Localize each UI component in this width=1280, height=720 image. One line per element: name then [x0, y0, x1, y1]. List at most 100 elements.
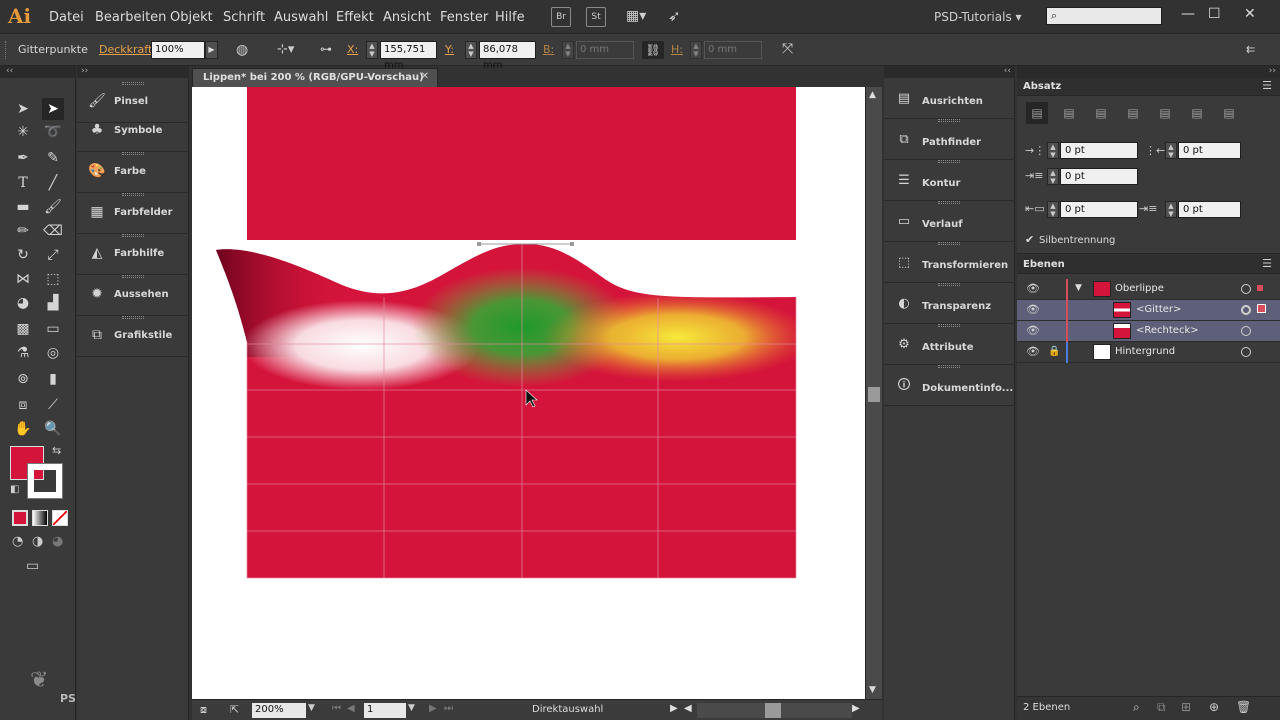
artboard-dropdown-icon[interactable]: ▼: [408, 703, 415, 713]
align-anchor-icon[interactable]: ⊶: [320, 42, 332, 56]
close-icon[interactable]: ✕: [1244, 6, 1256, 22]
target-icon[interactable]: [1241, 305, 1251, 315]
mesh-tool-icon[interactable]: ▩: [12, 318, 34, 340]
menu-schrift[interactable]: Schrift: [223, 10, 265, 25]
minimize-icon[interactable]: —: [1181, 6, 1195, 22]
menu-effekt[interactable]: Effekt: [336, 10, 374, 25]
panel-grip[interactable]: [122, 316, 144, 319]
x-field[interactable]: 155,751 mm: [380, 41, 437, 71]
workspace-switcher[interactable]: PSD-Tutorials ▾: [934, 10, 1022, 24]
zoom-dropdown-icon[interactable]: ▼: [308, 703, 315, 713]
width-stepper[interactable]: ▲ ▼: [562, 41, 574, 59]
upper-rectangle[interactable]: [247, 87, 796, 240]
width-tool-icon[interactable]: ⋈: [12, 268, 34, 290]
scroll-left-icon[interactable]: ◀: [684, 703, 692, 714]
y-label[interactable]: Y:: [445, 43, 454, 56]
panel-attribute[interactable]: ⚙ Attribute: [884, 324, 1015, 365]
handle-point[interactable]: [477, 242, 481, 246]
panel-farbe[interactable]: 🎨 Farbe: [77, 152, 189, 193]
panel-grip[interactable]: [122, 234, 144, 237]
transform-icon[interactable]: ⤧: [782, 41, 793, 57]
link-icon[interactable]: ⛓: [642, 41, 664, 59]
space-after-stepper[interactable]: ▲ ▼: [1165, 201, 1177, 218]
next-artboard-icon[interactable]: ▶: [429, 703, 437, 714]
panel-grip[interactable]: [938, 283, 960, 286]
mesh-object[interactable]: [192, 237, 865, 587]
hand-tool-icon[interactable]: ✋: [12, 418, 34, 440]
scroll-up-icon[interactable]: ▲: [869, 90, 876, 100]
panel-pathfinder[interactable]: ⧉ Pathfinder: [884, 119, 1015, 160]
panel-grip[interactable]: [938, 365, 960, 368]
height-label[interactable]: H:: [671, 43, 683, 56]
rectangle-tool-icon[interactable]: ▬: [12, 196, 34, 218]
target-icon[interactable]: [1241, 284, 1251, 294]
space-after-field[interactable]: 0 pt: [1178, 201, 1241, 218]
locate-object-icon[interactable]: ⌕: [1133, 700, 1140, 715]
selection-tool-icon[interactable]: ➤: [12, 98, 34, 120]
rotate-tool-icon[interactable]: ↻: [12, 244, 34, 266]
first-artboard-icon[interactable]: ⏮: [332, 703, 341, 714]
space-before-field[interactable]: 0 pt: [1060, 201, 1138, 218]
magic-wand-icon[interactable]: ✳: [12, 121, 34, 143]
last-artboard-icon[interactable]: ⏭: [444, 703, 453, 714]
new-sublayer-icon[interactable]: ⊞: [1181, 700, 1191, 714]
hyphenation-checkbox[interactable]: ✔: [1025, 233, 1034, 246]
justify-center-icon[interactable]: ▤: [1156, 106, 1174, 120]
menu-ansicht[interactable]: Ansicht: [383, 10, 431, 25]
column-graph-icon[interactable]: ▮: [42, 368, 64, 390]
x-label[interactable]: X:: [347, 43, 358, 56]
collapse-icon[interactable]: ‹‹: [6, 66, 13, 76]
panel-verlauf[interactable]: ▭ Verlauf: [884, 201, 1015, 242]
panel-grip[interactable]: [938, 242, 960, 245]
paintbrush-icon[interactable]: 🖌: [42, 196, 64, 218]
justify-right-icon[interactable]: ▤: [1188, 106, 1206, 120]
layer-row-oberlippe[interactable]: 👁 ▼ Oberlippe: [1017, 279, 1280, 300]
panel-grip[interactable]: [122, 152, 144, 155]
panel-dokumentinfo[interactable]: 🛈 Dokumentinfo...: [884, 365, 1015, 406]
menu-datei[interactable]: Datei: [49, 10, 84, 25]
zoom-tool-icon[interactable]: 🔍: [42, 418, 64, 440]
first-line-indent-field[interactable]: 0 pt: [1060, 168, 1138, 185]
reference-point-icon[interactable]: ⊹▾: [277, 42, 294, 57]
gpu-icon[interactable]: ⧇: [200, 703, 207, 717]
x-stepper[interactable]: ▲ ▼: [366, 41, 378, 59]
left-indent-field[interactable]: 0 pt: [1060, 142, 1138, 159]
panel-symbole[interactable]: ♣ Symbole: [77, 111, 189, 152]
stock-button[interactable]: St: [586, 7, 606, 27]
align-left-icon[interactable]: ▤: [1026, 102, 1048, 124]
color-mode-icon[interactable]: [12, 510, 28, 526]
status-menu-icon[interactable]: ▶: [670, 703, 678, 714]
draw-inside-icon[interactable]: ◕: [52, 534, 63, 549]
opacity-arrow-icon[interactable]: ▶: [205, 41, 218, 59]
swap-colors-icon[interactable]: ⇆: [52, 444, 61, 457]
height-stepper[interactable]: ▲ ▼: [690, 41, 702, 59]
vertical-scrollbar[interactable]: ▲ ▼: [865, 87, 882, 699]
gradient-tool-icon[interactable]: ▭: [42, 318, 64, 340]
artboard-field[interactable]: 1: [364, 703, 406, 718]
maximize-icon[interactable]: ☐: [1208, 6, 1221, 22]
justify-left-icon[interactable]: ▤: [1124, 106, 1142, 120]
first-line-stepper[interactable]: ▲ ▼: [1047, 168, 1059, 185]
panel-aussehen[interactable]: ✹ Aussehen: [77, 275, 189, 316]
y-stepper[interactable]: ▲ ▼: [465, 41, 477, 59]
panel-transformieren[interactable]: ⬚ Transformieren: [884, 242, 1015, 283]
close-tab-icon[interactable]: ✕: [421, 71, 429, 82]
horizontal-scroll-thumb[interactable]: [765, 703, 781, 718]
opacity-field[interactable]: 100%: [151, 41, 205, 59]
type-tool-icon[interactable]: T: [12, 172, 34, 194]
expand-layer-icon[interactable]: ▼: [1075, 283, 1082, 293]
panel-grip[interactable]: [938, 201, 960, 204]
lasso-icon[interactable]: ➰: [42, 121, 64, 143]
symbol-sprayer-icon[interactable]: ⊚: [12, 368, 34, 390]
height-field[interactable]: 0 mm: [704, 41, 762, 59]
menu-hilfe[interactable]: Hilfe: [495, 10, 525, 25]
panel-ausrichten[interactable]: ▤ Ausrichten: [884, 78, 1015, 119]
visibility-eye-icon[interactable]: 👁: [1026, 303, 1040, 316]
collapse-dock-icon[interactable]: ››: [1269, 66, 1276, 76]
opacity-label[interactable]: Deckkraft:: [99, 43, 156, 56]
eyedropper-icon[interactable]: ⚗: [12, 342, 34, 364]
panel-menu-icon[interactable]: ☰: [1262, 79, 1272, 92]
expand-icon[interactable]: ››: [81, 66, 88, 76]
align-center-icon[interactable]: ▤: [1060, 106, 1078, 120]
selection-indicator[interactable]: [1257, 285, 1263, 291]
